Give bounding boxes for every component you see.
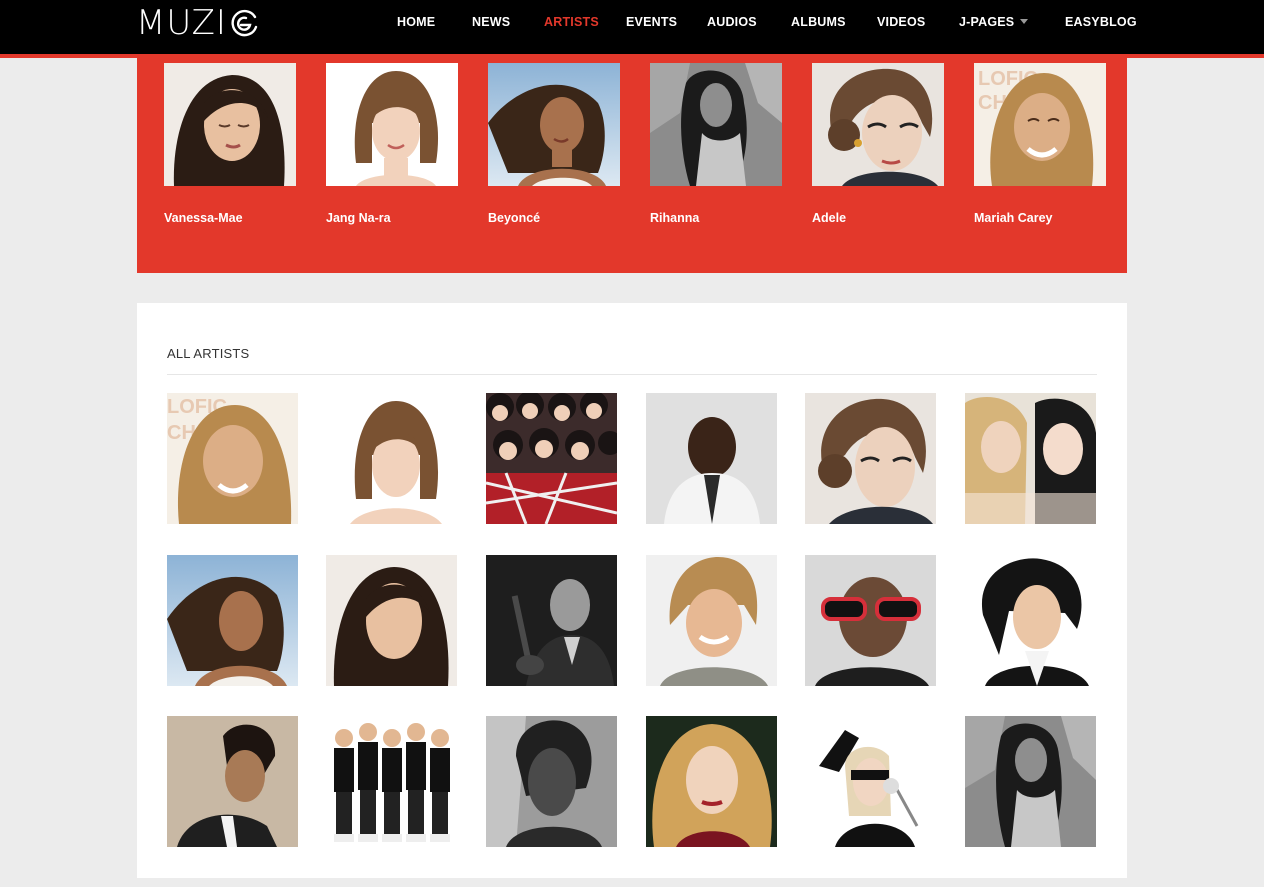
nav-j-pages[interactable]: J-PAGES [959,15,1029,29]
artist-photo[interactable] [164,63,296,186]
artist-thumbnail[interactable] [805,716,936,847]
artist-name[interactable]: Vanessa-Mae [164,211,243,225]
nav-j-pages-label: J-PAGES [959,15,1015,29]
artist-name[interactable]: Mariah Carey [974,211,1053,225]
caret-down-icon [1020,19,1029,24]
featured-artists: Vanessa-Mae Jang Na-ra Beyoncé Rihanna A… [137,58,1127,273]
section-title: ALL ARTISTS [167,346,250,361]
artist-photo[interactable] [326,63,458,186]
nav-news[interactable]: NEWS [472,15,510,29]
artist-photo[interactable] [650,63,782,186]
artist-thumbnail[interactable] [965,716,1096,847]
all-artists-panel: ALL ARTISTS LOFIC CHO [137,303,1127,878]
artist-name[interactable]: Beyoncé [488,211,540,225]
featured-artist-card[interactable]: Jang Na-ra [326,63,458,225]
logo-text: MUZI [136,3,227,43]
divider [167,374,1097,375]
artist-thumbnail[interactable] [646,716,777,847]
artist-thumbnail[interactable] [326,555,457,686]
artist-thumbnail[interactable] [646,555,777,686]
artist-thumbnail[interactable] [167,716,298,847]
featured-artist-card[interactable]: Adele [812,63,944,225]
artist-photo[interactable] [812,63,944,186]
artist-thumbnail[interactable] [326,716,457,847]
artist-thumbnail[interactable] [486,555,617,686]
artist-name[interactable]: Jang Na-ra [326,211,391,225]
artist-thumbnail[interactable] [486,716,617,847]
artist-thumbnail[interactable] [167,555,298,686]
featured-artist-card[interactable]: Vanessa-Mae [164,63,296,225]
artist-thumbnail[interactable] [965,555,1096,686]
nav-albums[interactable]: ALBUMS [791,15,846,29]
artist-thumbnail[interactable] [486,393,617,524]
featured-artist-card[interactable]: LOFIC CHO Mariah Carey [974,63,1106,225]
artist-thumbnail[interactable] [805,393,936,524]
top-navbar: MUZI HOME NEWS ARTISTS EVENTS AUDIOS ALB… [0,0,1264,58]
nav-home[interactable]: HOME [397,15,435,29]
nav-audios[interactable]: AUDIOS [707,15,757,29]
logo-swirl-icon [231,9,258,37]
featured-artist-card[interactable]: Beyoncé [488,63,620,225]
artist-thumbnail[interactable]: LOFIC CHO [167,393,298,524]
nav-easyblog[interactable]: EASYBLOG [1065,15,1137,29]
artist-thumbnail[interactable] [965,393,1096,524]
nav-events[interactable]: EVENTS [626,15,677,29]
artist-thumbnail[interactable] [646,393,777,524]
artist-name[interactable]: Adele [812,211,846,225]
nav-videos[interactable]: VIDEOS [877,15,925,29]
artist-thumbnail[interactable] [326,393,457,524]
nav-artists[interactable]: ARTISTS [544,15,599,29]
featured-artist-card[interactable]: Rihanna [650,63,782,225]
artist-photo[interactable] [488,63,620,186]
site-logo[interactable]: MUZI [136,6,259,40]
artist-thumbnail[interactable] [805,555,936,686]
artist-photo[interactable]: LOFIC CHO [974,63,1106,186]
artist-name[interactable]: Rihanna [650,211,699,225]
